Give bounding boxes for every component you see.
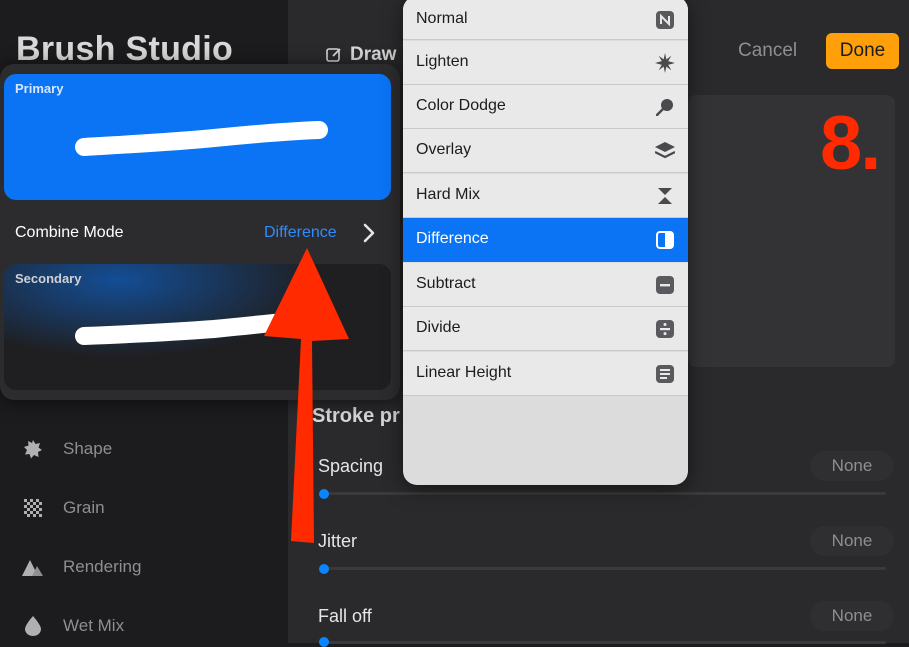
normal-n-icon xyxy=(655,10,675,30)
jitter-slider[interactable] xyxy=(320,567,886,570)
lighten-burst-icon xyxy=(655,53,675,73)
primary-label: Primary xyxy=(15,81,64,96)
sidebar-item-label: Grain xyxy=(63,498,105,517)
combine-mode-value[interactable]: Difference xyxy=(264,224,337,242)
secondary-label: Secondary xyxy=(15,271,82,286)
sidebar-item-rendering[interactable]: Rendering xyxy=(22,552,262,582)
done-button[interactable]: Done xyxy=(826,33,899,69)
menu-item-label: Overlay xyxy=(416,141,472,158)
secondary-stroke-preview xyxy=(75,309,328,345)
divide-icon xyxy=(655,319,675,339)
sidebar-item-grain[interactable]: Grain xyxy=(22,493,262,523)
shape-icon xyxy=(22,438,44,460)
difference-icon xyxy=(655,230,675,250)
sidebar-item-shape[interactable]: Shape xyxy=(22,434,262,464)
menu-item-hard-mix[interactable]: Hard Mix xyxy=(403,174,688,218)
edit-icon xyxy=(326,48,341,62)
menu-item-normal[interactable]: Normal xyxy=(403,0,688,40)
spacing-label: Spacing xyxy=(318,456,384,476)
fall-off-label: Fall off xyxy=(318,606,372,626)
primary-brush[interactable]: Primary xyxy=(4,74,391,200)
blend-mode-dropdown: Normal Lighten Color Dodge Overlay Hard … xyxy=(403,0,688,485)
cancel-button[interactable]: Cancel xyxy=(738,40,797,62)
primary-stroke-preview xyxy=(75,121,328,156)
chevron-right-icon xyxy=(363,223,375,243)
sidebar-item-label: Shape xyxy=(63,439,113,458)
color-dodge-icon xyxy=(655,97,675,117)
sidebar-item-wet-mix[interactable]: Wet Mix xyxy=(22,611,262,641)
jitter-label: Jitter xyxy=(318,531,358,551)
menu-item-label: Lighten xyxy=(416,53,469,70)
jitter-slider-knob[interactable] xyxy=(319,564,329,574)
menu-item-color-dodge[interactable]: Color Dodge xyxy=(403,85,688,129)
combine-mode-label: Combine Mode xyxy=(15,224,124,241)
overlay-layers-icon xyxy=(655,141,675,161)
step-number-annotation: 8. xyxy=(820,101,881,186)
combine-mode-row[interactable]: Combine Mode Difference xyxy=(0,210,400,256)
grain-icon xyxy=(22,497,44,519)
menu-item-linear-height[interactable]: Linear Height xyxy=(403,352,688,396)
menu-item-label: Hard Mix xyxy=(416,186,481,203)
stroke-properties-header: Stroke pr xyxy=(312,405,400,427)
menu-item-label: Normal xyxy=(416,10,468,27)
hard-mix-icon xyxy=(655,186,675,206)
fall-off-slider-knob[interactable] xyxy=(319,637,329,647)
menu-item-label: Color Dodge xyxy=(416,97,506,114)
subtract-icon xyxy=(655,275,675,295)
tab-draw-label: Draw xyxy=(350,44,397,65)
spacing-value[interactable]: None xyxy=(810,451,894,481)
brush-combine-card: Primary Combine Mode Difference Secondar… xyxy=(0,64,400,400)
menu-item-label: Subtract xyxy=(416,275,476,292)
secondary-brush[interactable]: Secondary xyxy=(4,264,391,390)
menu-item-divide[interactable]: Divide xyxy=(403,307,688,351)
rendering-icon xyxy=(22,556,44,578)
menu-item-label: Linear Height xyxy=(416,364,512,381)
spacing-slider[interactable] xyxy=(320,492,886,495)
spacing-slider-knob[interactable] xyxy=(319,489,329,499)
menu-item-label: Difference xyxy=(416,230,489,247)
menu-item-overlay[interactable]: Overlay xyxy=(403,129,688,173)
menu-item-lighten[interactable]: Lighten xyxy=(403,41,688,85)
menu-item-label: Divide xyxy=(416,319,461,336)
linear-height-icon xyxy=(655,364,675,384)
sidebar-item-label: Wet Mix xyxy=(63,616,125,635)
menu-item-difference[interactable]: Difference xyxy=(403,218,688,262)
wet-mix-icon xyxy=(22,615,44,637)
fall-off-value[interactable]: None xyxy=(810,601,894,631)
sidebar-item-label: Rendering xyxy=(63,557,142,576)
tab-draw[interactable]: Draw xyxy=(326,44,396,66)
menu-item-subtract[interactable]: Subtract xyxy=(403,263,688,307)
jitter-value[interactable]: None xyxy=(810,526,894,556)
